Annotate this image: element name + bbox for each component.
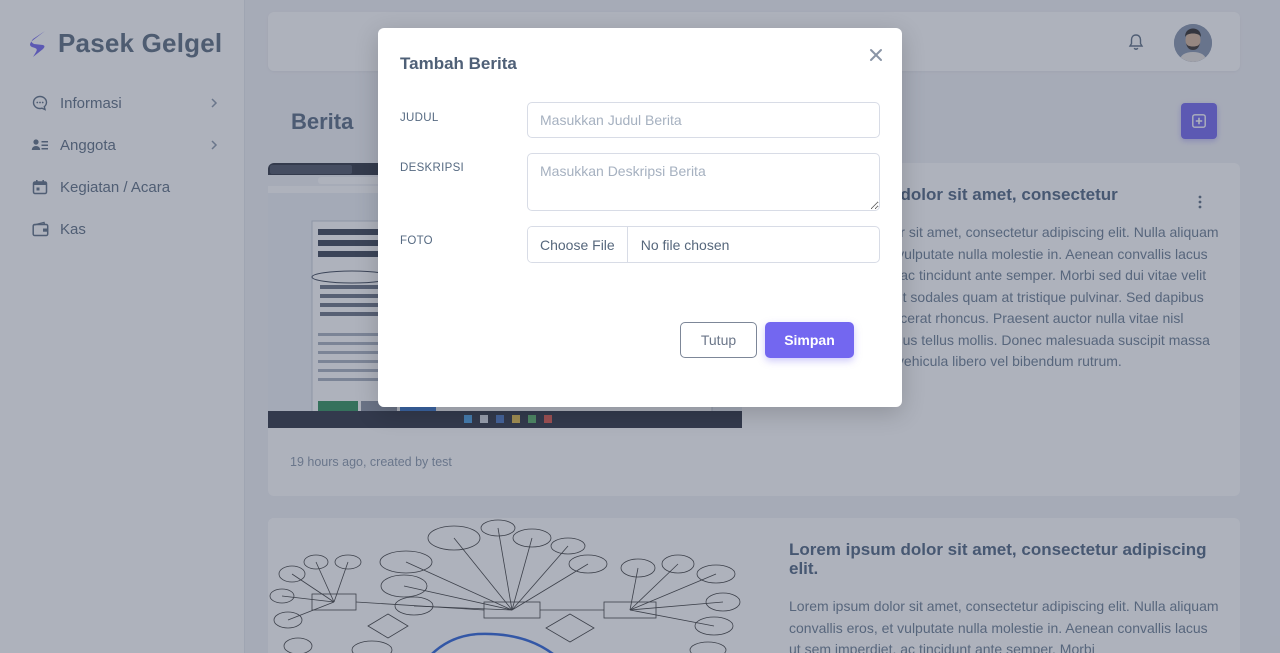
deskripsi-textarea[interactable] <box>527 153 880 211</box>
choose-file-button[interactable]: Choose File <box>528 227 628 262</box>
judul-label: JUDUL <box>400 112 439 124</box>
file-status-text: No file chosen <box>640 236 730 253</box>
deskripsi-label: DESKRIPSI <box>400 162 465 174</box>
close-icon[interactable] <box>869 48 883 62</box>
modal-title: Tambah Berita <box>400 54 517 73</box>
simpan-button[interactable]: Simpan <box>765 322 854 358</box>
foto-file-input[interactable]: Choose File No file chosen <box>527 226 880 263</box>
foto-label: FOTO <box>400 235 433 247</box>
tutup-button[interactable]: Tutup <box>680 322 757 358</box>
tambah-berita-modal: Tambah Berita JUDUL DESKRIPSI FOTO Choos… <box>378 28 902 407</box>
judul-input[interactable] <box>527 102 880 138</box>
